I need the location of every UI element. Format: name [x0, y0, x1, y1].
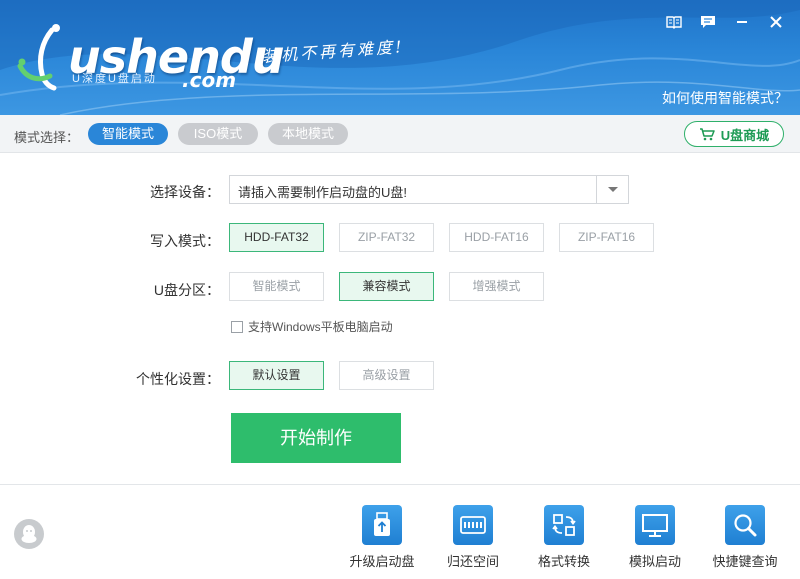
- qq-penguin-icon: [21, 525, 37, 543]
- feedback-button[interactable]: [698, 12, 718, 32]
- minimize-button[interactable]: [732, 12, 752, 32]
- logo-domain-suffix: .com: [182, 68, 237, 92]
- tool-simulate-boot-label: 模拟启动: [628, 554, 681, 569]
- write-mode-zip-fat16[interactable]: ZIP-FAT16: [559, 223, 654, 252]
- ushendu-logo: ushendu U深度U盘启动 .com: [12, 22, 284, 94]
- storage-restore-icon: [453, 505, 493, 545]
- tablet-support-checkbox-row[interactable]: 支持Windows平板电脑启动: [231, 318, 393, 335]
- format-convert-icon: [544, 505, 584, 545]
- tool-format-convert[interactable]: 格式转换: [519, 505, 609, 570]
- shopping-cart-icon: [699, 128, 715, 141]
- write-mode-hdd-fat16[interactable]: HDD-FAT16: [449, 223, 544, 252]
- usb-shop-button[interactable]: U盘商城: [684, 121, 784, 147]
- help-smart-mode-link[interactable]: 如何使用智能模式？: [662, 88, 788, 108]
- tool-restore-space[interactable]: 归还空间: [428, 505, 518, 570]
- device-dropdown-toggle[interactable]: [596, 176, 628, 203]
- usb-upgrade-glyph: [374, 512, 390, 536]
- write-mode-label: 写入模式：: [150, 233, 220, 249]
- mode-label: 模式选择：: [14, 130, 80, 145]
- mode-tab-smart[interactable]: 智能模式: [88, 123, 168, 145]
- tool-format-convert-label: 格式转换: [537, 554, 590, 569]
- tool-hotkey-lookup[interactable]: 快捷键查询: [700, 505, 790, 570]
- mode-tab-iso[interactable]: ISO模式: [178, 123, 258, 145]
- qq-support-button[interactable]: [14, 519, 44, 549]
- partition-compatible[interactable]: 兼容模式: [339, 272, 434, 301]
- partition-smart[interactable]: 智能模式: [229, 272, 324, 301]
- monitor-glyph: [642, 514, 668, 537]
- book-icon: [666, 16, 682, 29]
- tool-upgrade-bootdisk-label: 升级启动盘: [349, 554, 415, 569]
- header-banner: ushendu U深度U盘启动 .com 装机不再有难度! 如何使用智能模式？: [0, 0, 800, 115]
- tool-simulate-boot[interactable]: 模拟启动: [610, 505, 700, 570]
- tablet-support-checkbox[interactable]: [231, 320, 243, 333]
- device-label: 选择设备：: [150, 184, 220, 200]
- write-mode-zip-fat32[interactable]: ZIP-FAT32: [339, 223, 434, 252]
- window-controls: [664, 12, 786, 32]
- mode-tab-local[interactable]: 本地模式: [268, 123, 348, 145]
- tool-hotkey-lookup-label: 快捷键查询: [712, 554, 778, 569]
- storage-restore-glyph: [460, 516, 486, 534]
- tool-restore-space-label: 归还空间: [446, 554, 499, 569]
- search-glyph: [734, 514, 757, 537]
- partition-label: U盘分区：: [153, 282, 220, 298]
- search-icon: [725, 505, 765, 545]
- start-make-button[interactable]: 开始制作: [231, 413, 401, 463]
- write-mode-hdd-fat32[interactable]: HDD-FAT32: [229, 223, 324, 252]
- personalize-label: 个性化设置：: [136, 371, 220, 387]
- toolbar-divider: [0, 484, 800, 485]
- personalize-advanced[interactable]: 高级设置: [339, 361, 434, 390]
- monitor-icon: [635, 505, 675, 545]
- partition-enhanced[interactable]: 增强模式: [449, 272, 544, 301]
- usb-upgrade-icon: [362, 505, 402, 545]
- usb-shop-label: U盘商城: [720, 127, 770, 143]
- personalize-default[interactable]: 默认设置: [229, 361, 324, 390]
- minimize-icon: [737, 21, 747, 23]
- manual-book-button[interactable]: [664, 12, 684, 32]
- device-select-value: 请插入需要制作启动盘的U盘!: [238, 185, 408, 200]
- logo-subtitle: U深度U盘启动: [72, 73, 157, 85]
- tablet-support-label: 支持Windows平板电脑启动: [248, 320, 393, 334]
- tool-upgrade-bootdisk[interactable]: 升级启动盘: [337, 505, 427, 570]
- device-select[interactable]: 请插入需要制作启动盘的U盘!: [229, 175, 629, 204]
- mode-selection-bar: 模式选择： 智能模式 ISO模式 本地模式 U盘商城: [0, 115, 800, 153]
- close-icon: [770, 16, 782, 28]
- message-icon: [701, 16, 715, 28]
- format-convert-glyph: [552, 514, 576, 536]
- logo-mark-icon: [17, 24, 60, 91]
- close-button[interactable]: [766, 12, 786, 32]
- chevron-down-icon: [607, 186, 618, 192]
